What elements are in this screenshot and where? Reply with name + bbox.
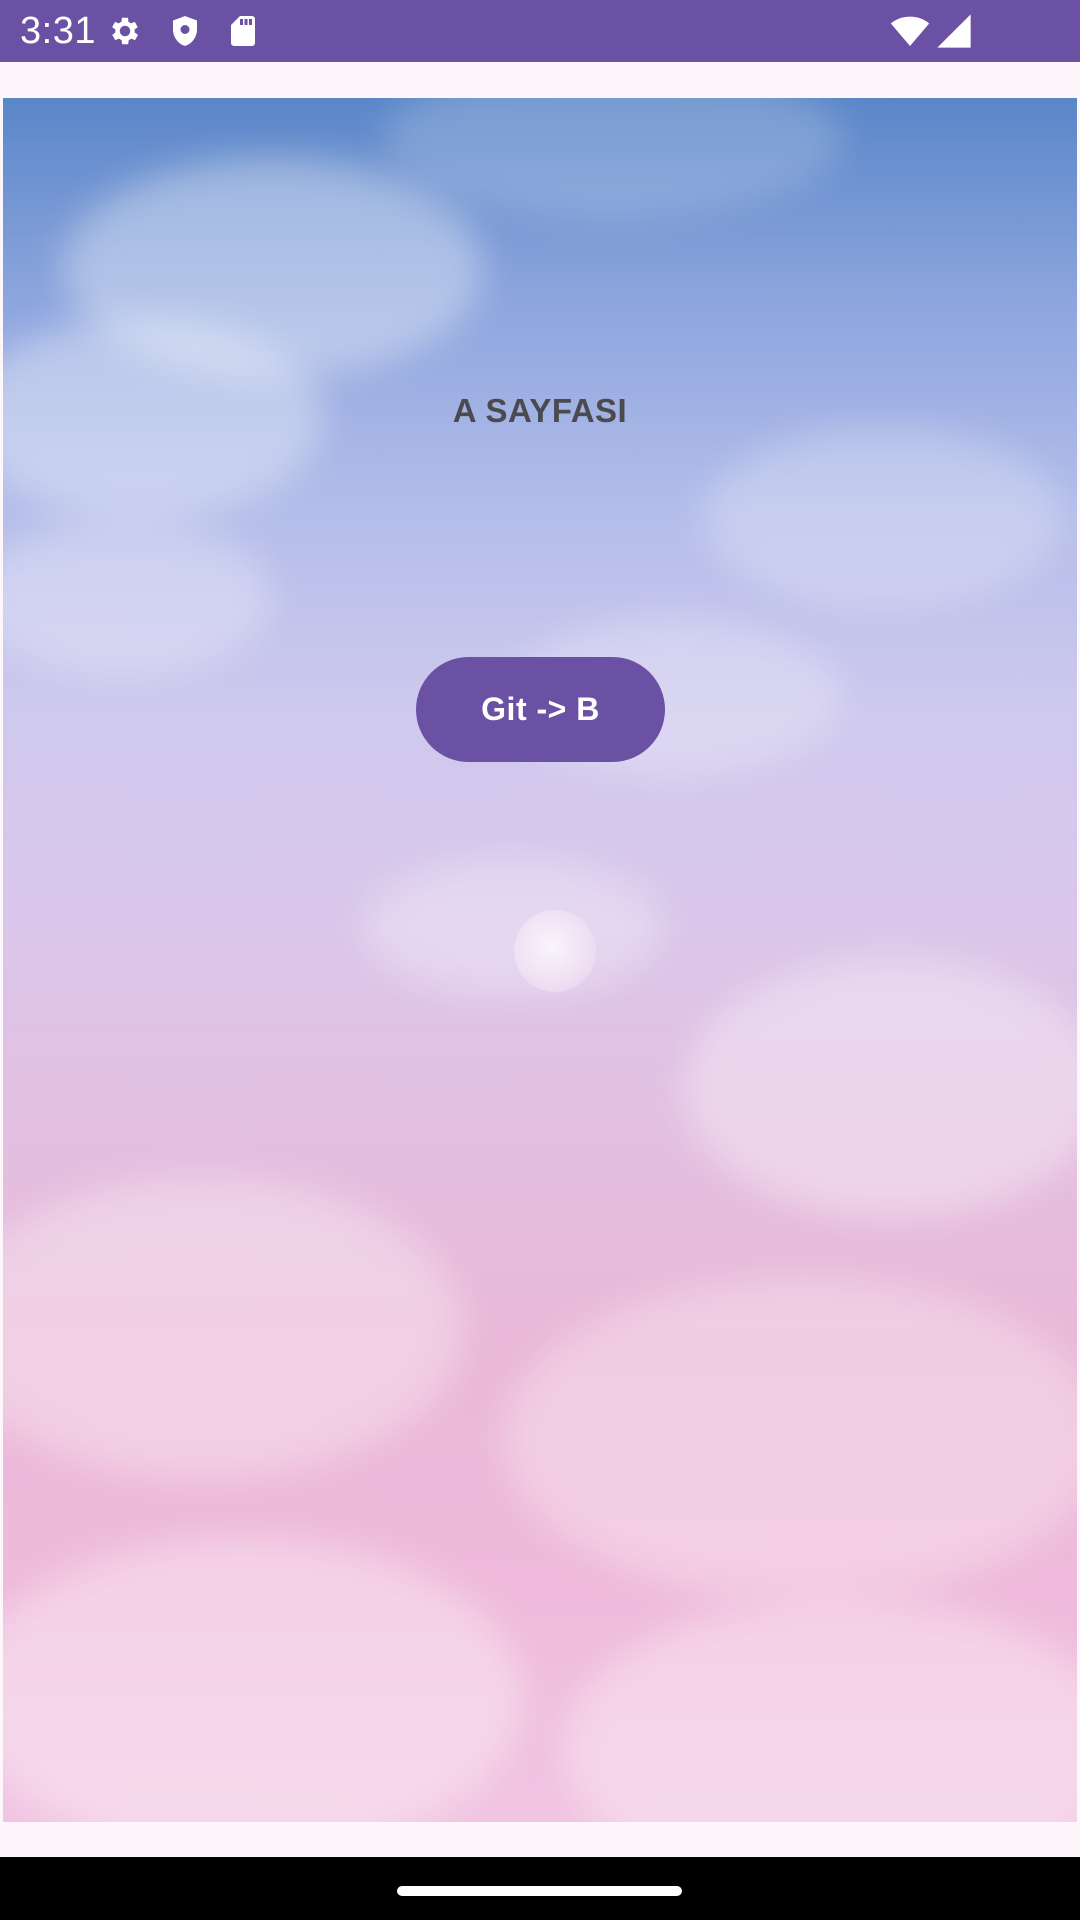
moon-image [514,910,596,992]
navigation-bar [0,1857,1080,1920]
gear-icon [107,13,143,49]
home-handle[interactable] [397,1886,682,1896]
status-bar: 3:31 [0,0,1080,62]
app-content: A SAYFASI Git -> B [0,62,1080,1857]
shield-icon [167,13,203,49]
sd-card-icon [225,13,261,49]
status-time: 3:31 [20,10,96,52]
sky-background-image [3,98,1077,1822]
go-to-b-button[interactable]: Git -> B [416,657,665,762]
signal-icon [934,11,974,51]
page-title: A SAYFASI [452,392,628,429]
wifi-icon [890,11,930,51]
